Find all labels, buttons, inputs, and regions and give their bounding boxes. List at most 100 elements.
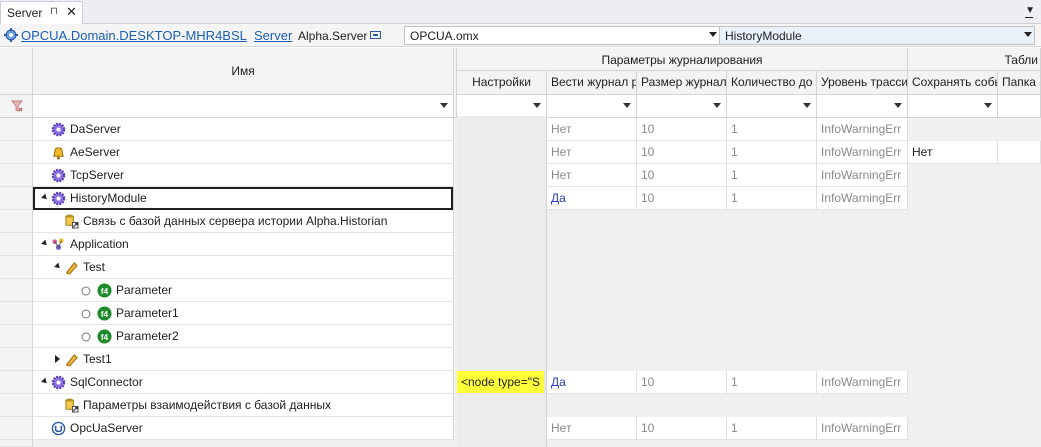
tree-row-historymodule[interactable]: HistoryModule Да 10 1 InfoWarningErr: [0, 187, 1041, 210]
tree-row-test1[interactable]: Test1: [0, 348, 1041, 371]
name-cell[interactable]: HistoryModule: [33, 187, 454, 210]
tree-row-parameter1[interactable]: f4 Parameter1: [0, 302, 1041, 325]
expand-arrow-icon[interactable]: [41, 193, 49, 202]
name-cell[interactable]: Связь с базой данных сервера истории Alp…: [33, 210, 454, 233]
row-header[interactable]: [0, 210, 33, 233]
name-cell[interactable]: Test1: [33, 348, 454, 371]
server-link[interactable]: Server: [254, 28, 292, 43]
cell-count[interactable]: 1: [727, 371, 817, 394]
name-cell[interactable]: f4 Parameter2: [33, 325, 454, 348]
expand-arrow-icon[interactable]: [41, 239, 49, 248]
row-header[interactable]: [0, 233, 33, 256]
close-icon[interactable]: ✕: [66, 4, 77, 20]
tree-row-application[interactable]: Application: [0, 233, 1041, 256]
expand-arrow-icon[interactable]: [41, 377, 49, 386]
name-cell[interactable]: Application: [33, 233, 454, 256]
pin-icon[interactable]: ⊓: [50, 6, 58, 17]
column-header-settings[interactable]: Настройки: [457, 71, 547, 95]
filter-folder[interactable]: [998, 95, 1041, 118]
cell-trace-level[interactable]: InfoWarningErr: [817, 187, 908, 210]
row-header[interactable]: [0, 164, 33, 187]
column-header-count[interactable]: Количество до: [727, 71, 817, 95]
expand-arrow-icon[interactable]: [54, 262, 62, 271]
name-cell[interactable]: TcpServer: [33, 164, 454, 187]
cell-trace-level[interactable]: InfoWarningErr: [817, 141, 908, 164]
column-header-save-events[interactable]: Сохранять собы: [908, 71, 998, 95]
tree-row-opcuaserver[interactable]: OpcUaServer Нет 10 1 InfoWarningErr: [0, 417, 1041, 440]
tab-list-dropdown-icon[interactable]: ▼: [1025, 5, 1035, 18]
filter-log-enabled[interactable]: [547, 95, 637, 118]
row-header[interactable]: [0, 371, 33, 394]
filter-name[interactable]: [33, 95, 454, 118]
column-header-trace-level[interactable]: Уровень трасси: [817, 71, 908, 95]
tree-row-db-link[interactable]: Связь с базой данных сервера истории Alp…: [0, 210, 1041, 233]
cell-trace-level[interactable]: InfoWarningErr: [817, 164, 908, 187]
name-cell[interactable]: Test: [33, 256, 454, 279]
row-header[interactable]: [0, 302, 33, 325]
cell-trace-level[interactable]: InfoWarningErr: [817, 417, 908, 440]
filter-count[interactable]: [727, 95, 817, 118]
row-header[interactable]: [0, 348, 33, 371]
filter-save-events[interactable]: [908, 95, 998, 118]
tree-row-db-params[interactable]: Параметры взаимодействия с базой данных: [0, 394, 1041, 417]
tree-row-test[interactable]: Test: [0, 256, 1041, 279]
tab-server[interactable]: Server ⊓ ✕: [0, 1, 83, 24]
column-header-log-size[interactable]: Размер журнал: [637, 71, 727, 95]
row-header[interactable]: [0, 256, 33, 279]
expand-arrow-icon[interactable]: [55, 355, 60, 363]
column-header-log-enabled[interactable]: Вести журнал р: [547, 71, 637, 95]
name-cell[interactable]: f4 Parameter: [33, 279, 454, 302]
column-header-name[interactable]: Имя: [33, 48, 454, 95]
cell-log-enabled[interactable]: Нет: [547, 141, 637, 164]
cell-count[interactable]: 1: [727, 164, 817, 187]
tree-row-sqlconnector[interactable]: SqlConnector <node type="S Да 10 1 InfoW…: [0, 371, 1041, 394]
row-header[interactable]: [0, 187, 33, 210]
cell-folder[interactable]: [998, 141, 1041, 164]
cell-log-size[interactable]: 10: [637, 371, 727, 394]
name-cell[interactable]: SqlConnector: [33, 371, 454, 394]
row-header[interactable]: [0, 279, 33, 302]
tree-row-daserver[interactable]: DaServer Нет 10 1 InfoWarningErr: [0, 118, 1041, 141]
tree-row-aeserver[interactable]: AeServer Нет 10 1 InfoWarningErr Нет: [0, 141, 1041, 164]
cell-log-size[interactable]: 10: [637, 141, 727, 164]
cell-log-size[interactable]: 10: [637, 417, 727, 440]
tree-row-tcpserver[interactable]: TcpServer Нет 10 1 InfoWarningErr: [0, 164, 1041, 187]
name-cell[interactable]: f4 Parameter1: [33, 302, 454, 325]
row-header[interactable]: [0, 417, 33, 440]
cell-log-enabled[interactable]: Да: [547, 187, 637, 210]
cell-log-size[interactable]: 10: [637, 164, 727, 187]
file-combo[interactable]: OPCUA.omx: [404, 26, 720, 45]
filter-trace-level[interactable]: [817, 95, 908, 118]
cell-count[interactable]: 1: [727, 187, 817, 210]
cell-log-enabled[interactable]: Да: [547, 371, 637, 394]
column-header-folder[interactable]: Папка: [998, 71, 1041, 95]
filter-log-size[interactable]: [637, 95, 727, 118]
cell-count[interactable]: 1: [727, 118, 817, 141]
cell-count[interactable]: 1: [727, 141, 817, 164]
cell-log-enabled[interactable]: Нет: [547, 417, 637, 440]
name-cell[interactable]: Параметры взаимодействия с базой данных: [33, 394, 454, 417]
cell-settings[interactable]: <node type="S: [457, 371, 545, 394]
cell-log-size[interactable]: 10: [637, 118, 727, 141]
name-cell[interactable]: OpcUaServer: [33, 417, 454, 440]
row-header[interactable]: [0, 325, 33, 348]
cell-save-events[interactable]: Нет: [908, 141, 998, 164]
tree-row-parameter[interactable]: f4 Parameter: [0, 279, 1041, 302]
name-cell[interactable]: AeServer: [33, 141, 454, 164]
filter-settings[interactable]: [457, 95, 547, 118]
cell-count[interactable]: 1: [727, 417, 817, 440]
row-header[interactable]: [0, 118, 33, 141]
tree-row-parameter2[interactable]: f4 Parameter2: [0, 325, 1041, 348]
row-header[interactable]: [0, 394, 33, 417]
cell-log-enabled[interactable]: Нет: [547, 164, 637, 187]
server-selector-icon[interactable]: [370, 31, 381, 39]
module-combo[interactable]: HistoryModule: [719, 26, 1035, 45]
row-header[interactable]: [0, 141, 33, 164]
cell-trace-level[interactable]: InfoWarningErr: [817, 371, 908, 394]
cell-log-size[interactable]: 10: [637, 187, 727, 210]
cell-trace-level[interactable]: InfoWarningErr: [817, 118, 908, 141]
name-cell[interactable]: DaServer: [33, 118, 454, 141]
clear-filter-button[interactable]: [0, 95, 33, 118]
cell-log-enabled[interactable]: Нет: [547, 118, 637, 141]
domain-link[interactable]: OPCUA.Domain.DESKTOP-MHR4BSL: [21, 28, 247, 43]
